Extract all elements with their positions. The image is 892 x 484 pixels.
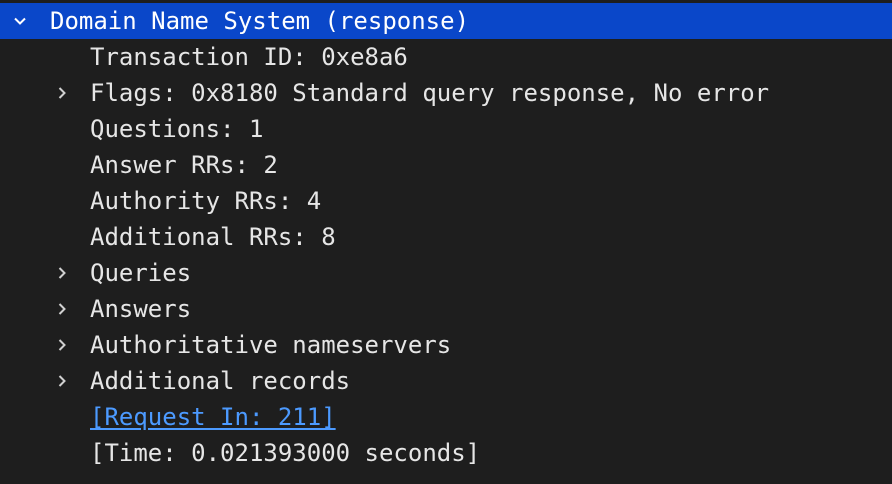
tree-item-dns-response[interactable]: Domain Name System (response) bbox=[0, 3, 892, 39]
tree-item-label: Questions: 1 bbox=[90, 115, 264, 143]
chevron-right-icon[interactable] bbox=[52, 327, 72, 363]
tree-item-additional-records[interactable]: Additional records bbox=[0, 363, 892, 399]
chevron-right-icon[interactable] bbox=[52, 291, 72, 327]
tree-item-authoritative-nameservers[interactable]: Authoritative nameservers bbox=[0, 327, 892, 363]
tree-item-label: Domain Name System (response) bbox=[50, 7, 470, 35]
tree-item-authority-rrs[interactable]: Authority RRs: 4 bbox=[0, 183, 892, 219]
tree-item-label: Queries bbox=[90, 259, 192, 287]
tree-item-label: Authority RRs: 4 bbox=[90, 187, 322, 215]
chevron-down-icon[interactable] bbox=[10, 3, 30, 39]
tree-item-label: [Time: 0.021393000 seconds] bbox=[90, 439, 481, 467]
chevron-right-icon[interactable] bbox=[52, 363, 72, 399]
tree-item-label: Flags: 0x8180 Standard query response, N… bbox=[90, 79, 770, 107]
chevron-right-icon[interactable] bbox=[52, 75, 72, 111]
tree-item-request-in[interactable]: [Request In: 211] bbox=[0, 399, 892, 435]
packet-detail-tree: Domain Name System (response) Transactio… bbox=[0, 0, 892, 484]
tree-item-transaction-id[interactable]: Transaction ID: 0xe8a6 bbox=[0, 39, 892, 75]
tree-item-label: Answer RRs: 2 bbox=[90, 151, 278, 179]
tree-item-time[interactable]: [Time: 0.021393000 seconds] bbox=[0, 435, 892, 471]
tree-item-questions[interactable]: Questions: 1 bbox=[0, 111, 892, 147]
tree-item-label: Transaction ID: 0xe8a6 bbox=[90, 43, 408, 71]
request-in-link[interactable]: [Request In: 211] bbox=[90, 399, 336, 435]
chevron-right-icon[interactable] bbox=[52, 255, 72, 291]
tree-item-queries[interactable]: Queries bbox=[0, 255, 892, 291]
tree-item-answers[interactable]: Answers bbox=[0, 291, 892, 327]
tree-item-additional-rrs[interactable]: Additional RRs: 8 bbox=[0, 219, 892, 255]
tree-item-answer-rrs[interactable]: Answer RRs: 2 bbox=[0, 147, 892, 183]
tree-item-flags[interactable]: Flags: 0x8180 Standard query response, N… bbox=[0, 75, 892, 111]
tree-item-label: Additional RRs: 8 bbox=[90, 223, 336, 251]
tree-item-label: Authoritative nameservers bbox=[90, 331, 452, 359]
tree-item-label: Additional records bbox=[90, 367, 351, 395]
tree-item-label: Answers bbox=[90, 295, 192, 323]
